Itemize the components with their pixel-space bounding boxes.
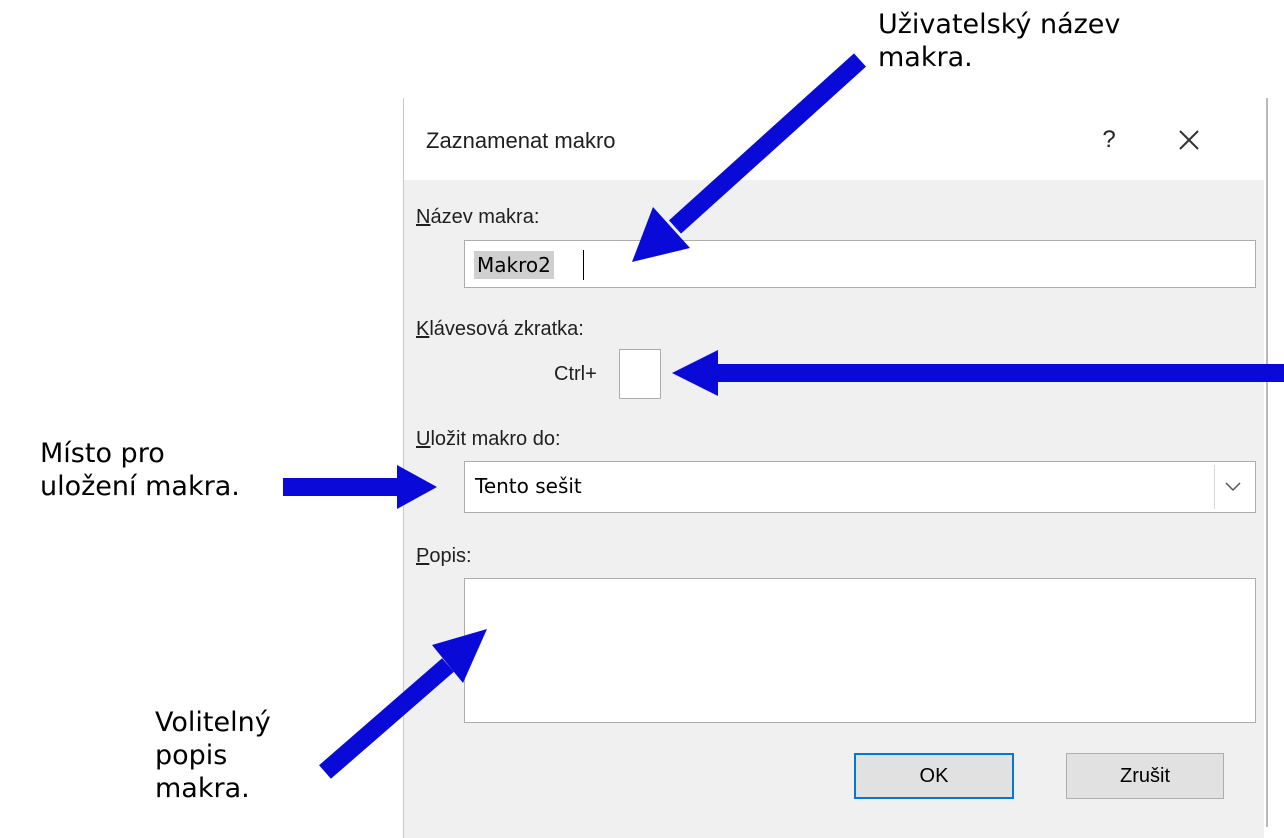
annotation-text: makra. (155, 773, 250, 804)
shortcut-label: Klávesová zkratka: (416, 318, 584, 341)
text-caret (583, 250, 584, 280)
label-text: ložit makro do: (430, 428, 561, 450)
annotation-store-location: Místo pro uložení makra. (40, 437, 270, 503)
annotation-text: Volitelný (155, 707, 271, 738)
window-edge (1266, 98, 1268, 827)
cancel-button[interactable]: Zrušit (1066, 753, 1224, 799)
record-macro-dialog: Zaznamenat makro ? Název makra: Makro2 K… (403, 98, 1264, 838)
label-text: ázev makra: (430, 206, 540, 228)
annotation-description: Volitelný popis makra. (155, 706, 325, 805)
annotation-text: Místo pro (40, 438, 165, 469)
annotation-text: uložení makra. (40, 471, 240, 502)
description-label: Popis: (416, 545, 472, 568)
description-textarea[interactable] (464, 578, 1256, 723)
macro-name-input[interactable]: Makro2 (464, 240, 1256, 288)
annotation-text: makra. (878, 42, 973, 73)
close-icon (1179, 130, 1199, 150)
access-key: P (416, 545, 430, 567)
access-key: K (416, 318, 430, 340)
label-text: opis: (429, 545, 472, 567)
store-in-select[interactable]: Tento sešit (464, 461, 1256, 513)
annotation-text: popis (155, 740, 228, 771)
annotation-text: Uživatelský název (878, 9, 1121, 40)
store-in-value: Tento sešit (475, 474, 582, 498)
help-button[interactable]: ? (1089, 120, 1129, 160)
shortcut-key-input[interactable] (619, 349, 661, 399)
shortcut-prefix: Ctrl+ (554, 363, 597, 385)
dialog-title: Zaznamenat makro (426, 128, 616, 153)
macro-name-value: Makro2 (474, 251, 554, 279)
access-key: U (416, 428, 431, 450)
store-in-label: Uložit makro do: (416, 428, 561, 451)
ok-button[interactable]: OK (854, 753, 1014, 799)
close-button[interactable] (1169, 120, 1209, 160)
annotation-macro-name: Uživatelský název makra. (878, 8, 1198, 74)
label-text: lávesová zkratka: (429, 318, 584, 340)
chevron-down-icon (1225, 482, 1241, 492)
macro-name-label: Název makra: (416, 206, 539, 229)
dialog-titlebar: Zaznamenat makro ? (404, 98, 1264, 180)
access-key: N (416, 206, 431, 228)
dropdown-button[interactable] (1214, 465, 1252, 509)
